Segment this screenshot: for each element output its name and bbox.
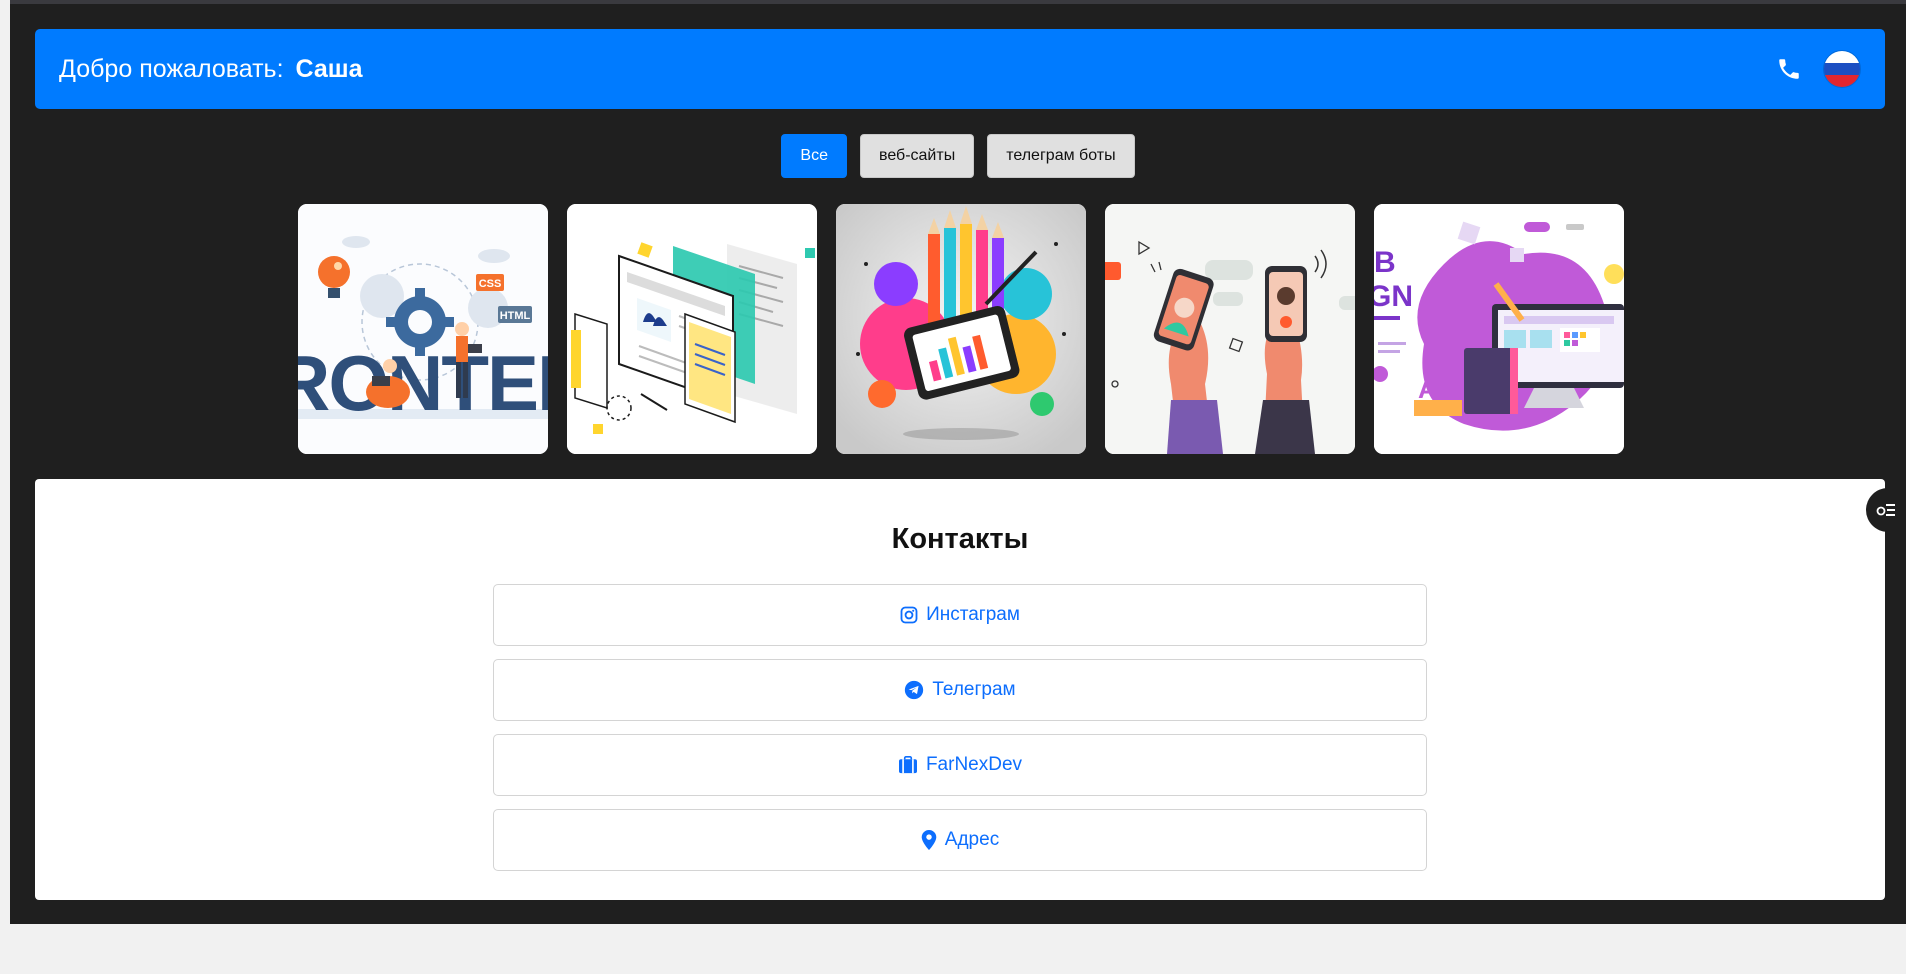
briefcase-icon: [898, 756, 917, 774]
welcome-header: Добро пожаловать: Саша: [35, 29, 1885, 109]
russia-flag-icon[interactable]: [1823, 50, 1861, 88]
gallery-card-frontend[interactable]: CSS HTML RONTEN: [298, 204, 548, 454]
farnexdev-link[interactable]: FarNexDev: [493, 734, 1427, 796]
side-menu-widget[interactable]: [1866, 488, 1906, 532]
farnexdev-label: FarNexDev: [925, 754, 1023, 775]
username: Саша: [295, 54, 363, 83]
telegram-icon: [905, 680, 924, 700]
gallery-card-mobile-chat[interactable]: [1105, 204, 1355, 454]
instagram-icon: [900, 606, 918, 624]
contact-list: Инстаграм Телеграм FarNexDev Адрес: [493, 584, 1427, 871]
instagram-link[interactable]: Инстаграм: [493, 584, 1427, 646]
header-actions: [1775, 50, 1861, 88]
phone-icon[interactable]: [1775, 53, 1803, 85]
svg-text:RONTEN: RONTEN: [298, 339, 548, 427]
window-left-border: [0, 0, 10, 924]
svg-text:GN: GN: [1374, 280, 1413, 313]
gallery-card-design-tools[interactable]: [836, 204, 1086, 454]
list-settings-icon: [1876, 504, 1895, 516]
svg-text:A: A: [1418, 374, 1437, 404]
contacts-section: Контакты Инстаграм Телеграм FarNexDev Ад…: [35, 479, 1885, 900]
telegram-label: Телеграм: [932, 679, 1016, 700]
svg-text:B: B: [1374, 246, 1396, 279]
frontend-illustration: CSS HTML RONTEN: [298, 204, 548, 454]
address-link[interactable]: Адрес: [493, 809, 1427, 871]
address-label: Адрес: [944, 829, 1000, 850]
design-tools-illustration: [836, 204, 1086, 454]
filter-all-button[interactable]: Все: [781, 134, 847, 178]
filter-websites-button[interactable]: веб-сайты: [860, 134, 975, 178]
contacts-title: Контакты: [891, 523, 1029, 555]
web-design-illustration: B GN A: [1374, 204, 1624, 454]
portfolio-gallery: CSS HTML RONTEN: [298, 204, 1624, 454]
svg-text:HTML: HTML: [500, 310, 531, 322]
web-pages-illustration: [567, 204, 817, 454]
filter-telegram-bots-button[interactable]: телеграм боты: [987, 134, 1135, 178]
gallery-card-web-design[interactable]: B GN A: [1374, 204, 1624, 454]
mobile-chat-illustration: [1105, 204, 1355, 454]
gallery-card-web-pages[interactable]: [567, 204, 817, 454]
app-container: Добро пожаловать: Саша Все веб-сайты тел…: [10, 4, 1906, 924]
instagram-label: Инстаграм: [926, 604, 1020, 625]
telegram-link[interactable]: Телеграм: [493, 659, 1427, 721]
map-marker-icon: [921, 830, 937, 850]
svg-text:CSS: CSS: [479, 278, 502, 290]
filter-bar: Все веб-сайты телеграм боты: [10, 134, 1906, 178]
welcome-text: Добро пожаловать:: [59, 54, 284, 83]
